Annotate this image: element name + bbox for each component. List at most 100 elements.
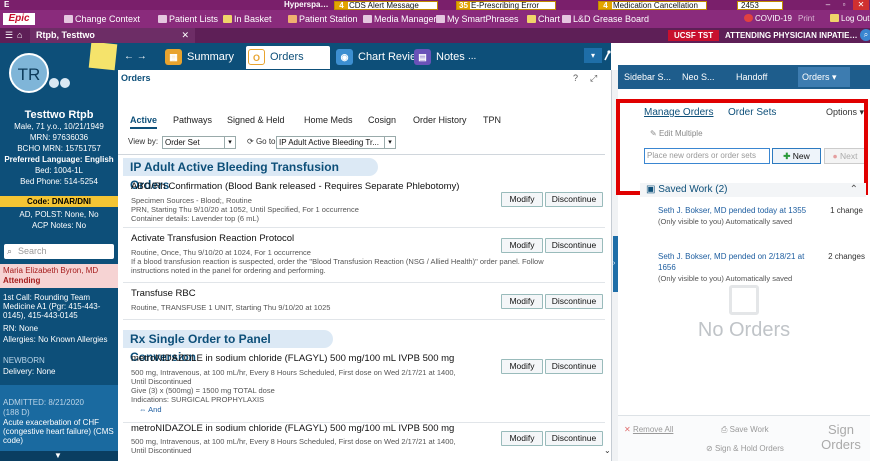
- tab-handoff[interactable]: Handoff: [736, 70, 767, 84]
- modify-button[interactable]: Modify: [501, 192, 543, 207]
- environment-badge: UCSF TST: [668, 30, 720, 41]
- chevron-down-icon[interactable]: ▼: [54, 451, 62, 461]
- rn-assigned: RN: None: [3, 324, 39, 333]
- length-of-stay: (188 D): [3, 408, 30, 417]
- orders-activity: Orders ? ⤢ Active Pathways Signed & Held…: [118, 70, 611, 461]
- sign-hold-button[interactable]: ⊘ Sign & Hold Orders: [706, 444, 784, 453]
- alert-eprescribing[interactable]: 35 E-Prescribing Error: [456, 1, 556, 10]
- saved-work-header[interactable]: ▣ Saved Work (2) ⌃: [640, 183, 866, 197]
- menu-in-basket[interactable]: In Basket: [223, 10, 272, 28]
- remove-all-button[interactable]: ✕ Remove All: [624, 425, 673, 434]
- close-tab-icon[interactable]: ✕: [181, 28, 189, 43]
- tab-active[interactable]: Active: [130, 115, 158, 129]
- modify-button[interactable]: Modify: [501, 359, 543, 374]
- chevron-down-icon: ▾: [384, 137, 395, 148]
- menu-change-context[interactable]: Change Context: [64, 10, 140, 28]
- global-search-icon[interactable]: ⌕: [860, 29, 870, 41]
- back-forward-icon[interactable]: ← →: [124, 51, 147, 62]
- empty-orders-icon: [729, 285, 759, 315]
- tab-chart-review[interactable]: ◉ Chart Review: [334, 47, 424, 67]
- tab-pathways[interactable]: Pathways: [173, 115, 212, 125]
- tab-tpn[interactable]: TPN: [483, 115, 501, 125]
- highlight-box: [616, 99, 868, 195]
- apps-icon[interactable]: ☰: [5, 28, 13, 43]
- menu-media-manager[interactable]: Media Manager: [363, 10, 437, 28]
- order-row[interactable]: Activate Transfusion Reaction Protocol R…: [123, 231, 605, 283]
- discontinue-button[interactable]: Discontinue: [545, 359, 603, 374]
- order-group-header[interactable]: IP Adult Active Bleeding Transfusion Ord…: [123, 158, 378, 192]
- go-to-select[interactable]: IP Adult Active Bleeding Tr... ▾: [276, 136, 396, 149]
- tab-cosign[interactable]: Cosign: [368, 115, 396, 125]
- patient-photo-icon[interactable]: [59, 77, 71, 89]
- chevron-right-icon: ›: [613, 260, 616, 267]
- menu-patient-lists[interactable]: Patient Lists: [158, 10, 218, 28]
- attending-provider[interactable]: Maria Elizabeth Byron, MD Attending: [0, 264, 118, 288]
- maximize-icon[interactable]: ▫: [836, 0, 852, 10]
- menu-logout[interactable]: Log Out: [830, 10, 869, 28]
- sticky-note-icon[interactable]: [88, 43, 118, 71]
- tab-sidebar-summary[interactable]: Sidebar S...: [624, 70, 671, 84]
- modify-button[interactable]: Modify: [501, 238, 543, 253]
- tab-order-history[interactable]: Order History: [413, 115, 467, 125]
- discontinue-button[interactable]: Discontinue: [545, 294, 603, 309]
- sign-orders-button[interactable]: Sign Orders: [818, 422, 864, 460]
- alert-inbox-count[interactable]: 2453: [737, 1, 783, 10]
- wrench-icon[interactable]: [604, 48, 611, 63]
- allergies[interactable]: Allergies: No Known Allergies: [3, 335, 116, 344]
- logout-icon: [830, 14, 839, 22]
- context-icon: [64, 15, 73, 23]
- saved-work-item[interactable]: Seth J. Bokser, MD pended on 2/18/21 at …: [658, 251, 870, 284]
- newborn-heading: NEWBORN: [3, 356, 45, 365]
- view-by-select[interactable]: Order Set ▾: [162, 136, 236, 149]
- tab-summary[interactable]: ▦ Summary: [163, 47, 234, 67]
- home-icon[interactable]: ⌂: [17, 28, 22, 43]
- menu-ld-grease-board[interactable]: L&D Grease Board: [562, 10, 649, 28]
- patient-name[interactable]: Testtwo Rtpb: [0, 109, 118, 121]
- view-by-label: View by:: [128, 137, 159, 146]
- menu-smartphrases[interactable]: My SmartPhrases: [436, 10, 519, 28]
- principal-diagnosis: Acute exacerbation of CHF (congestive he…: [3, 418, 114, 445]
- more-tabs-button[interactable]: ...: [468, 51, 476, 62]
- alert-med-cancellation[interactable]: 4 Medication Cancellation: [598, 1, 707, 10]
- order-row[interactable]: ABO/Rh Confirmation (Blood Bank released…: [123, 179, 605, 228]
- tab-notes[interactable]: ▤ Notes: [412, 47, 465, 67]
- save-work-button[interactable]: ⎙ Save Work: [721, 425, 769, 435]
- tab-orders-sidebar[interactable]: Orders ▾: [798, 67, 850, 87]
- alert-cds[interactable]: 4 CDS Alert Message: [334, 1, 438, 10]
- patient-avatar[interactable]: TR: [9, 53, 49, 93]
- collapse-icon[interactable]: ⌃: [850, 183, 858, 197]
- sidebar-collapse-bar[interactable]: ▼: [0, 451, 118, 461]
- sidebar-search-input[interactable]: ⌕ Search: [4, 244, 114, 259]
- scroll-down-icon[interactable]: ⌄: [604, 446, 611, 456]
- tab-home-meds[interactable]: Home Meds: [304, 115, 353, 125]
- epic-logo[interactable]: Epic: [3, 13, 35, 25]
- expand-icon[interactable]: ⤢: [590, 73, 597, 84]
- order-row[interactable]: Transfuse RBC Routine, TRANSFUSE 1 UNIT,…: [123, 286, 605, 320]
- discontinue-button[interactable]: Discontinue: [545, 431, 603, 446]
- media-icon: [363, 15, 372, 23]
- tabs-dropdown-icon[interactable]: ▾: [584, 48, 602, 63]
- order-row[interactable]: metroNIDAZOLE in sodium chloride (FLAGYL…: [123, 423, 605, 461]
- code-status-badge[interactable]: Code: DNAR/DNI: [0, 196, 118, 207]
- menu-print[interactable]: Print: [798, 10, 814, 28]
- tab-signed-held[interactable]: Signed & Held: [227, 115, 285, 125]
- menu-covid[interactable]: COVID-19: [744, 10, 792, 28]
- menu-patient-station[interactable]: Patient Station: [288, 10, 358, 28]
- order-group-header[interactable]: Rx Single Order to Panel Conversion: [123, 330, 333, 364]
- menu-chart[interactable]: Chart: [527, 10, 560, 28]
- discontinue-button[interactable]: Discontinue: [545, 192, 603, 207]
- link-icon: ⇔: [139, 405, 149, 414]
- discontinue-button[interactable]: Discontinue: [545, 238, 603, 253]
- system-menu-icon[interactable]: E: [4, 0, 9, 10]
- patient-workspace-tab[interactable]: Rtpb, Testtwo ✕: [30, 28, 195, 43]
- modify-button[interactable]: Modify: [501, 294, 543, 309]
- close-icon[interactable]: ✕: [853, 0, 869, 10]
- modify-button[interactable]: Modify: [501, 431, 543, 446]
- order-row[interactable]: metroNIDAZOLE in sodium chloride (FLAGYL…: [123, 351, 605, 423]
- saved-work-item[interactable]: Seth J. Bokser, MD pended today at 1355 …: [658, 205, 868, 227]
- help-icon[interactable]: ?: [573, 73, 578, 83]
- minimize-icon[interactable]: –: [820, 0, 836, 10]
- tab-neo-summary[interactable]: Neo S...: [682, 70, 715, 84]
- tab-orders[interactable]: O Orders: [246, 46, 330, 69]
- remove-icon: ✕: [624, 425, 633, 434]
